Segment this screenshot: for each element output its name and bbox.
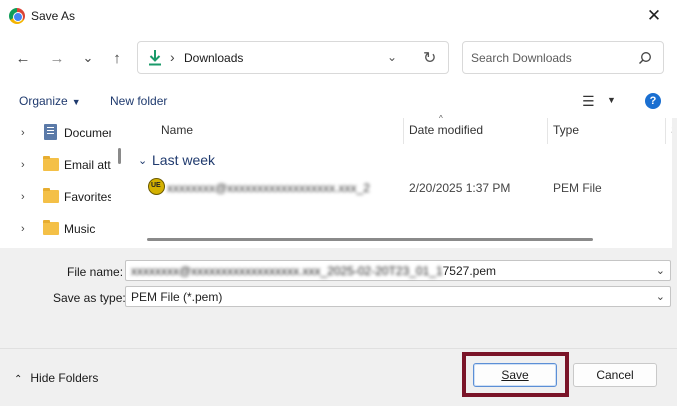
address-bar[interactable]: › Downloads ⌄ ↻ [137,41,449,74]
document-icon [44,124,57,140]
search-input[interactable] [471,48,631,68]
group-collapse-icon[interactable]: ⌄ [138,154,147,167]
column-header-date-modified[interactable]: Date modified [409,123,483,137]
column-header-type[interactable]: Type [553,123,579,137]
expand-chevron-icon[interactable]: › [21,159,25,171]
search-icon[interactable] [638,51,652,65]
save-button[interactable]: Save [473,363,557,387]
file-name-redacted-part: xxxxxxxx@xxxxxxxxxxxxxxxxxx.xxx_2025-02-… [131,264,443,278]
sidebar-item-documents[interactable]: › Documents [0,118,130,150]
footer-divider [0,348,677,349]
help-icon[interactable]: ? [645,93,661,109]
view-options-icon[interactable]: ☰ [582,93,595,110]
caret-down-icon: ▼ [71,97,81,107]
sidebar-item-label: Email attachments [64,158,111,172]
sidebar-item-label: Music [64,222,96,236]
sidebar-item-favorites[interactable]: › Favorites [0,182,130,214]
save-as-type-select[interactable]: PEM File (*.pem) ⌄ [125,286,671,307]
download-icon [149,50,161,66]
save-as-type-label: Save as type: [53,291,126,305]
search-box[interactable] [462,41,664,74]
file-name-value[interactable]: xxxxxxxx@xxxxxxxxxxxxxxxxxx.xxx_2025-02-… [131,264,496,278]
sidebar-item-email-attachments[interactable]: › Email attachments [0,150,130,182]
back-button[interactable]: ← [12,47,34,69]
navigation-pane-scrollbar[interactable] [118,148,121,164]
file-list: Name Date modified Type S ⌄ Last week xx… [130,118,677,248]
column-divider[interactable] [547,118,548,144]
file-name-label: File name: [67,265,124,279]
file-name-cell: xxxxxxxx@xxxxxxxxxxxxxxxxxx.xxx_2 [167,181,370,195]
sort-indicator-icon: ^ [439,114,443,123]
pem-file-icon [148,178,165,195]
group-label-last-week[interactable]: Last week [152,152,215,168]
hide-folders-label: Hide Folders [30,371,99,385]
organize-menu[interactable]: Organize ▼ [19,94,81,108]
column-divider[interactable] [665,118,666,144]
expand-chevron-icon[interactable]: › [21,223,25,235]
navigation-bar: ← → ⌄ ↑ › Downloads ⌄ ↻ [0,32,677,84]
column-header-name[interactable]: Name [161,123,193,137]
expand-chevron-icon[interactable]: › [21,191,25,203]
file-name-field[interactable]: xxxxxxxx@xxxxxxxxxxxxxxxxxx.xxx_2025-02-… [125,260,671,281]
chevron-up-icon: ⌃ [14,374,23,385]
recent-locations-button[interactable]: ⌄ [77,47,99,69]
command-toolbar: Organize ▼ New folder ☰ ▼ [0,84,677,118]
sidebar-item-music[interactable]: › Music [0,214,130,246]
cancel-label: Cancel [596,368,634,382]
folder-icon [43,156,59,171]
column-divider[interactable] [403,118,404,144]
sidebar-item-label: Favorites [64,190,111,204]
forward-button[interactable]: → [46,47,68,69]
file-list-vertical-scroll-track[interactable] [672,118,677,248]
cancel-button[interactable]: Cancel [573,363,657,387]
refresh-icon[interactable]: ↻ [423,48,436,68]
save-as-type-dropdown-icon[interactable]: ⌄ [656,290,665,303]
save-label: Save [501,368,529,382]
file-list-horizontal-scrollbar[interactable] [147,238,593,241]
address-path[interactable]: Downloads [184,51,243,65]
navigation-pane: › Documents › Email attachments › Favori… [0,118,130,248]
up-button[interactable]: ↑ [106,47,128,69]
window-title: Save As [31,9,76,23]
save-as-type-value[interactable]: PEM File (*.pem) [131,290,222,304]
chrome-app-icon [9,8,25,24]
file-date-cell: 2/20/2025 1:37 PM [409,181,511,195]
title-bar: Save As ✕ [0,0,677,32]
file-type-cell: PEM File [553,181,602,195]
view-dropdown-icon[interactable]: ▼ [607,95,616,105]
file-name-extension: 7527.pem [442,264,496,278]
folder-icon [43,220,59,235]
address-separator-icon: › [170,49,175,65]
new-folder-button[interactable]: New folder [110,94,167,108]
file-name-dropdown-icon[interactable]: ⌄ [656,264,665,277]
organize-label: Organize [19,94,68,108]
sidebar-item-label: Documents [64,126,111,140]
close-button[interactable]: ✕ [631,0,677,32]
hide-folders-button[interactable]: ⌃ Hide Folders [14,371,98,385]
expand-chevron-icon[interactable]: › [21,127,25,139]
address-dropdown-icon[interactable]: ⌄ [387,50,397,64]
folder-icon [43,188,59,203]
file-row[interactable]: xxxxxxxx@xxxxxxxxxxxxxxxxxx.xxx_2 2/20/2… [130,175,670,199]
